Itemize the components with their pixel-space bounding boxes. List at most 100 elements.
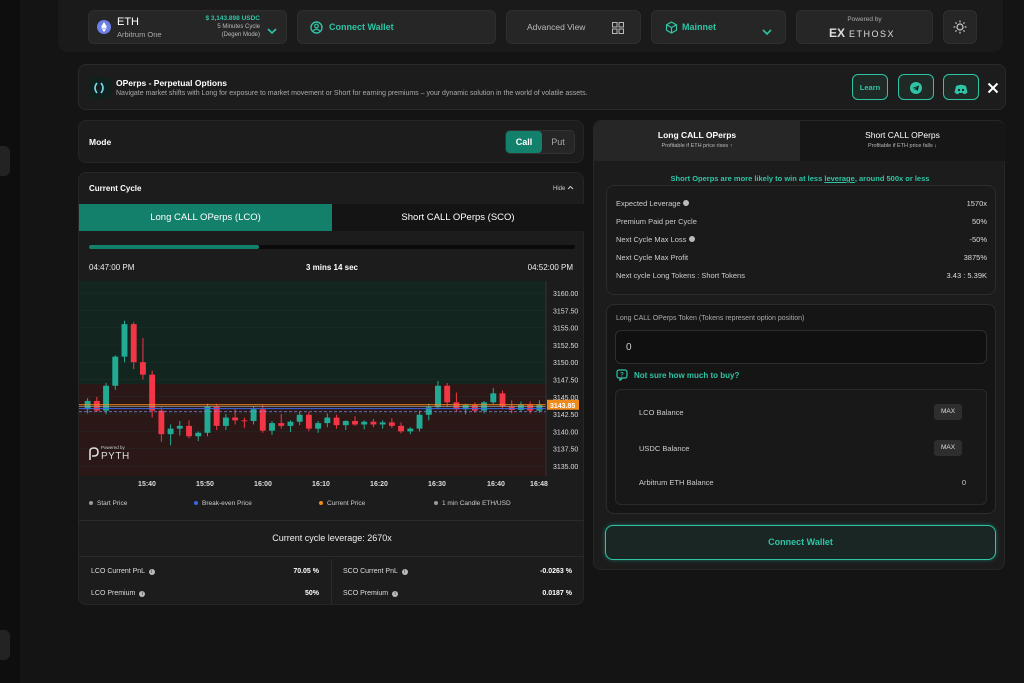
candle-body	[536, 404, 543, 411]
telegram-button[interactable]	[898, 74, 934, 100]
hide-label: Hide	[553, 186, 566, 192]
info-row-label: Premium Paid per Cycle	[616, 217, 697, 226]
info-row: Next Cycle Max Loss -50%	[616, 235, 987, 244]
candle-body	[407, 428, 414, 432]
info-icon[interactable]: i	[392, 591, 399, 597]
help-link[interactable]: ? Not sure how much to buy?	[616, 369, 739, 383]
info-row-value: 3.43 : 5.39K	[946, 271, 987, 280]
candle-body	[315, 423, 322, 429]
leverage-link[interactable]: leverage	[824, 174, 854, 183]
info-row-label: Expected Leverage	[616, 199, 681, 208]
tab-long-call-subtitle: Profitable if ETH price rises ↑	[661, 143, 733, 149]
candle-body	[416, 414, 423, 429]
sco-pnl-row: SCO Current PnL i -0.0263 %	[343, 568, 572, 575]
connect-wallet-label: Connect Wallet	[329, 22, 394, 32]
y-tick-label: 3160.00	[553, 291, 578, 298]
y-tick-label: 3135.00	[553, 464, 578, 471]
learn-button[interactable]: Learn	[852, 74, 888, 100]
candle-body	[103, 385, 110, 411]
rail-handle[interactable]	[0, 630, 10, 660]
put-button[interactable]: Put	[542, 131, 574, 153]
candle-body	[176, 425, 183, 429]
powered-by-label: Powered by	[847, 16, 882, 23]
legend-start-price: Start Price	[89, 500, 127, 507]
candle-body	[388, 422, 395, 426]
legend-current-price: Current Price	[319, 500, 365, 507]
chevron-down-icon[interactable]	[267, 22, 277, 40]
advanced-view-toggle[interactable]: Advanced View	[506, 10, 641, 44]
candle-body	[269, 423, 275, 431]
operps-logo-icon	[89, 77, 111, 99]
top-header: ETH Arbitrum One $ 3,143.898 USDC 5 Minu…	[58, 0, 1003, 52]
stats-divider	[331, 559, 332, 604]
hint-text-start: Short Operps are more likely to win at l…	[670, 174, 825, 183]
candle-body	[361, 421, 368, 425]
candle-body	[232, 417, 239, 421]
tab-sco[interactable]: Short CALL OPerps (SCO)	[332, 204, 584, 231]
banner-title: OPerps - Perpetual Options	[116, 78, 227, 88]
candle-body	[342, 421, 349, 426]
token-field-label: Long CALL OPerps Token (Tokens represent…	[616, 315, 805, 322]
chevron-up-icon	[567, 185, 574, 192]
network-selector[interactable]: Mainnet	[651, 10, 786, 44]
theme-toggle[interactable]	[943, 10, 977, 44]
divider	[79, 520, 583, 521]
token-amount-input[interactable]: 0	[615, 330, 987, 364]
current-cycle-panel: Current Cycle Hide Long CALL OPerps (LCO…	[78, 172, 584, 605]
trade-panel: Long CALL OPerps Profitable if ETH price…	[593, 120, 1005, 570]
gray-dot-icon	[89, 501, 93, 505]
y-tick-label: 3152.50	[553, 343, 578, 350]
close-icon[interactable]	[987, 81, 999, 99]
balance-row: Arbitrum ETH Balance 0	[639, 478, 966, 487]
candle-body	[112, 356, 119, 386]
x-tick-label: 16:30	[428, 481, 446, 488]
candle-body	[398, 425, 405, 432]
y-tick-label: 3145.00	[553, 395, 578, 402]
mode-label: Mode	[89, 137, 112, 147]
sco-premium-label: SCO Premium	[343, 590, 389, 597]
info-row-label: Next Cycle Max Loss	[616, 235, 687, 244]
hint-text-end: , around 500x or less	[854, 174, 930, 183]
info-icon[interactable]: i	[148, 569, 155, 575]
tab-lco[interactable]: Long CALL OPerps (LCO)	[79, 204, 332, 231]
candle-body	[379, 422, 386, 425]
tab-short-call[interactable]: Short CALL OPerps Profitable if ETH pric…	[800, 121, 1005, 161]
candle-body	[93, 400, 100, 411]
cycle-progress-bar	[89, 245, 575, 249]
blue-dot-icon	[194, 501, 198, 505]
tab-long-call[interactable]: Long CALL OPerps Profitable if ETH price…	[594, 121, 800, 161]
x-tick-label: 16:48	[530, 481, 548, 488]
rail-handle[interactable]	[0, 146, 10, 176]
info-icon[interactable]: i	[139, 591, 146, 597]
sun-icon	[953, 20, 967, 39]
price-chart[interactable]: 3143.85 3160.00 3157.50 3155.00 3152.50 3150…	[79, 281, 585, 491]
balance-label: LCO Balance	[639, 408, 684, 417]
candle-body	[204, 406, 211, 433]
pyth-wordmark: PYTH	[101, 451, 130, 462]
sco-premium-value: 0.0187 %	[542, 590, 572, 597]
hide-button[interactable]: Hide	[553, 185, 574, 192]
question-bubble-icon: ?	[616, 369, 628, 383]
info-row-value: -50%	[969, 235, 987, 244]
info-icon[interactable]	[682, 200, 689, 206]
max-button[interactable]: MAX	[934, 404, 962, 420]
max-button[interactable]: MAX	[934, 440, 962, 456]
asset-selector[interactable]: ETH Arbitrum One $ 3,143.898 USDC 5 Minu…	[88, 10, 287, 44]
discord-button[interactable]	[943, 74, 979, 100]
candle-body	[250, 409, 257, 422]
tab-short-call-label: Short CALL OPerps	[865, 130, 940, 140]
info-row-label: Next cycle Long Tokens : Short Tokens	[616, 271, 745, 280]
info-icon[interactable]: i	[401, 569, 408, 575]
call-button[interactable]: Call	[506, 131, 542, 153]
balance-label: USDC Balance	[639, 444, 690, 453]
current-cycle-leverage: Current cycle leverage: 2670x	[272, 533, 392, 543]
candle-body	[130, 324, 137, 363]
balance-row: USDC Balance0	[639, 444, 939, 453]
connect-wallet-header-button[interactable]: Connect Wallet	[297, 10, 496, 44]
sco-premium-row: SCO Premium i 0.0187 %	[343, 590, 572, 597]
info-icon[interactable]	[688, 236, 695, 242]
candle-body	[296, 414, 303, 422]
ethosx-logo: EX	[829, 26, 845, 40]
connect-wallet-button[interactable]: Connect Wallet	[605, 525, 996, 560]
candle-body	[259, 409, 266, 431]
